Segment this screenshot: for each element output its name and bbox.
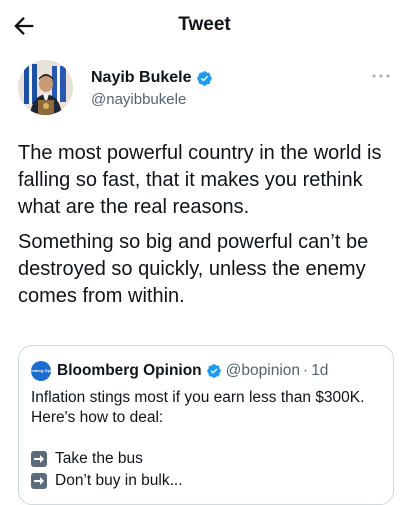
author-name[interactable]: Nayib Bukele	[91, 69, 191, 87]
quoted-tweet-header: Bloomberg Opinion Bloomberg Opinion @bop…	[22, 361, 329, 381]
page-title: Tweet	[178, 14, 231, 35]
author-name-row: Nayib Bukele	[91, 69, 213, 87]
tweet-text: The most powerful country in the world i…	[18, 140, 396, 318]
quoted-tweet-list: Take the bus Don’t buy in bulk...	[31, 448, 183, 492]
tweet-author: Nayib Bukele @nayibbukele	[18, 60, 393, 120]
tweet-paragraph: The most powerful country in the world i…	[18, 142, 382, 218]
list-item-label: Take the bus	[55, 450, 143, 467]
top-bar: Tweet	[0, 0, 409, 52]
avatar[interactable]	[18, 60, 73, 115]
verified-badge-icon	[197, 70, 213, 86]
tweet-paragraph: Something so big and powerful can’t be d…	[18, 231, 369, 307]
list-item: Don’t buy in bulk...	[31, 470, 183, 491]
verified-badge-icon	[206, 364, 221, 378]
more-dots-icon[interactable]	[371, 72, 391, 80]
quoted-timestamp: 1d	[311, 362, 329, 379]
quoted-text-line: Here's how to deal:	[31, 409, 164, 426]
separator-dot: ·	[303, 362, 309, 379]
quoted-tweet-text: Inflation stings most if you earn less t…	[31, 388, 386, 428]
quoted-author-handle: @bopinion	[225, 362, 301, 379]
list-item-label: Don’t buy in bulk...	[55, 472, 183, 489]
avatar-image	[18, 60, 73, 115]
author-handle[interactable]: @nayibbukele	[91, 91, 186, 108]
quoted-author-name: Bloomberg Opinion	[57, 362, 202, 379]
right-arrow-emoji-icon	[31, 450, 47, 467]
list-item: Take the bus	[31, 448, 183, 469]
quoted-text-line: Inflation stings most if you earn less t…	[31, 389, 365, 406]
quoted-tweet[interactable]: Bloomberg Opinion Bloomberg Opinion @bop…	[18, 345, 394, 505]
bloomberg-logo: Bloomberg Opinion	[22, 361, 60, 381]
right-arrow-emoji-icon	[31, 472, 47, 489]
